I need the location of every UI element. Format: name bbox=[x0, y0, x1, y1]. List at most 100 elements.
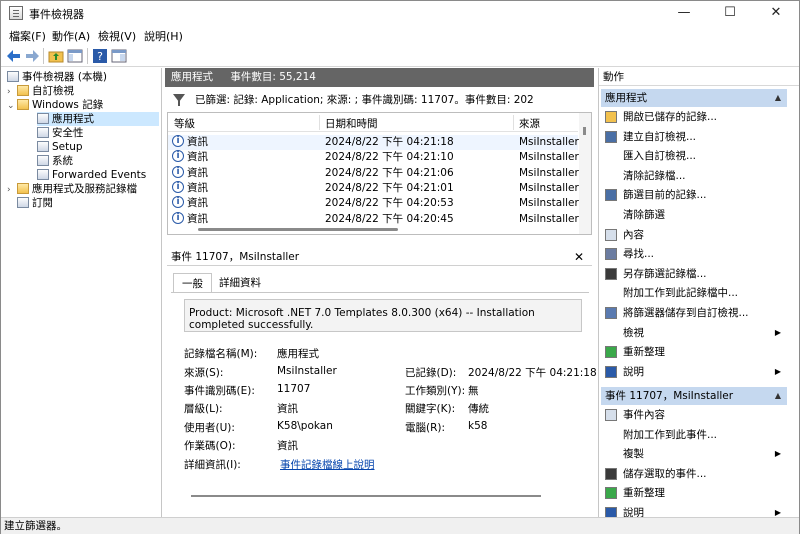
event-list: 等級 日期和時間 來源 i 資訊 2024/8/22 下午 04:21:18 MsiI… bbox=[167, 112, 592, 235]
tab-general[interactable]: 一般 bbox=[173, 273, 212, 293]
action-item[interactable]: 檢視 ▶ bbox=[601, 324, 787, 342]
label-opcode: 作業碼(O): bbox=[184, 440, 236, 452]
submenu-arrow-icon: ▶ bbox=[774, 366, 781, 376]
event-detail-title: 事件 11707，MsiInstaller bbox=[171, 251, 300, 263]
menu-file[interactable]: 檔案(F) bbox=[9, 28, 46, 44]
collapse-arrow-icon[interactable]: ⌄ bbox=[7, 99, 17, 113]
tree-node-application[interactable]: 應用程式 bbox=[37, 112, 159, 126]
forward-arrow-icon[interactable] bbox=[24, 48, 40, 64]
menu-help[interactable]: 說明(H) bbox=[144, 28, 183, 44]
collapse-triangle-icon[interactable]: ▲ bbox=[775, 387, 781, 405]
label-log-name: 記錄檔名稱(M): bbox=[184, 348, 258, 360]
tree-node-root[interactable]: 事件檢視器 (本機) bbox=[7, 70, 107, 84]
menu-view[interactable]: 檢視(V) bbox=[98, 28, 136, 44]
action-item[interactable]: 建立自訂檢視... bbox=[601, 128, 787, 146]
action-item[interactable]: 清除記錄檔... bbox=[601, 167, 787, 185]
action-item[interactable]: 開啟已儲存的記錄... bbox=[601, 108, 787, 126]
tree-node-setup[interactable]: Setup bbox=[37, 140, 83, 154]
event-list-scrollbar[interactable] bbox=[579, 113, 591, 234]
event-viewer-icon bbox=[7, 71, 19, 82]
info-icon: i bbox=[172, 150, 184, 163]
label-logged: 已記錄(D): bbox=[405, 367, 457, 379]
close-detail-button[interactable]: ✕ bbox=[574, 249, 584, 266]
show-hide-action-pane-icon[interactable] bbox=[111, 48, 127, 64]
actions-section-application[interactable]: 應用程式 ▲ bbox=[601, 89, 787, 107]
expand-arrow-icon[interactable]: › bbox=[7, 183, 17, 197]
column-level[interactable]: 等級 bbox=[174, 116, 195, 131]
row-source: MsiInstaller bbox=[519, 181, 579, 194]
action-item[interactable]: 附加工作到此事件... bbox=[601, 426, 787, 444]
actions-section-event[interactable]: 事件 11707，MsiInstaller ▲ bbox=[601, 387, 787, 405]
table-row[interactable]: i 資訊 2024/8/22 下午 04:21:06 MsiInstaller bbox=[168, 165, 579, 181]
action-item[interactable]: 將篩選器儲存到自訂檢視... bbox=[601, 304, 787, 322]
column-datetime[interactable]: 日期和時間 bbox=[325, 116, 378, 131]
action-item-label: 重新整理 bbox=[623, 346, 665, 359]
up-folder-icon[interactable] bbox=[48, 48, 64, 64]
event-count: 事件數目: 55,214 bbox=[230, 71, 316, 83]
event-list-horizontal-scrollbar[interactable] bbox=[198, 228, 398, 231]
action-item[interactable]: 重新整理 bbox=[601, 484, 787, 502]
event-description: Product: Microsoft .NET 7.0 Templates 8.… bbox=[184, 299, 582, 332]
log-icon bbox=[37, 141, 49, 152]
action-item-label: 複製 bbox=[623, 448, 644, 461]
action-item-label: 檢視 bbox=[623, 326, 644, 339]
log-icon bbox=[37, 127, 49, 138]
tree-node-windows-logs[interactable]: ⌄ Windows 記錄 bbox=[7, 98, 103, 112]
online-help-link[interactable]: 事件記錄檔線上說明 bbox=[280, 457, 375, 472]
properties-icon bbox=[605, 228, 617, 241]
column-source[interactable]: 來源 bbox=[519, 116, 540, 131]
table-row[interactable]: i 資訊 2024/8/22 下午 04:21:10 MsiInstaller bbox=[168, 150, 579, 165]
show-hide-tree-icon[interactable] bbox=[67, 48, 83, 64]
row-datetime: 2024/8/22 下午 04:20:45 bbox=[325, 212, 454, 225]
tree-node-app-service-logs[interactable]: › 應用程式及服務記錄檔 bbox=[7, 182, 137, 196]
submenu-arrow-icon: ▶ bbox=[774, 327, 781, 337]
action-item[interactable]: 附加工作到此記錄檔中... bbox=[601, 284, 787, 302]
row-level: 資訊 bbox=[187, 166, 208, 179]
action-item[interactable]: 事件內容 bbox=[601, 406, 787, 424]
action-item-label: 儲存選取的事件... bbox=[623, 467, 707, 480]
tree-node-forwarded-events[interactable]: Forwarded Events bbox=[37, 168, 146, 182]
tree-node-security[interactable]: 安全性 bbox=[37, 126, 84, 140]
action-item-label: 尋找... bbox=[623, 248, 655, 261]
back-arrow-icon[interactable] bbox=[6, 48, 22, 64]
action-item[interactable]: 說明 ▶ bbox=[601, 363, 787, 381]
expand-arrow-icon[interactable]: › bbox=[7, 85, 17, 99]
action-item-label: 將篩選器儲存到自訂檢視... bbox=[623, 307, 749, 319]
table-row[interactable]: i 資訊 2024/8/22 下午 04:20:53 MsiInstaller bbox=[168, 196, 579, 211]
action-item[interactable]: 尋找... bbox=[601, 245, 787, 263]
save-icon bbox=[605, 467, 617, 480]
action-item[interactable]: 複製 ▶ bbox=[601, 445, 787, 463]
tree-node-custom-views[interactable]: › 自訂檢視 bbox=[7, 84, 74, 98]
action-item[interactable]: 篩選目前的記錄... bbox=[601, 186, 787, 204]
minimize-button[interactable]: — bbox=[661, 1, 707, 25]
action-item-label: 事件內容 bbox=[623, 409, 665, 421]
tree-node-subscriptions[interactable]: 訂閱 bbox=[17, 196, 53, 210]
menu-action[interactable]: 動作(A) bbox=[52, 28, 90, 44]
event-viewer-window: 事件檢視器 — ☐ ✕ 檔案(F) 動作(A) 檢視(V) 說明(H) ? 事件… bbox=[0, 0, 800, 534]
row-datetime: 2024/8/22 下午 04:20:53 bbox=[325, 197, 454, 210]
save-filter-icon bbox=[605, 307, 617, 319]
table-row[interactable]: i 資訊 2024/8/22 下午 04:20:45 MsiInstaller bbox=[168, 211, 579, 227]
value-logged: 2024/8/22 下午 04:21:18 bbox=[468, 367, 597, 379]
action-item[interactable]: 另存篩選記錄檔... bbox=[601, 265, 787, 283]
tree-node-system[interactable]: 系統 bbox=[37, 154, 73, 168]
label-more-info: 詳細資訊(I): bbox=[184, 459, 241, 471]
table-row[interactable]: i 資訊 2024/8/22 下午 04:21:01 MsiInstaller bbox=[168, 180, 579, 196]
action-item[interactable]: 儲存選取的事件... bbox=[601, 465, 787, 483]
detail-horizontal-scrollbar[interactable] bbox=[191, 495, 541, 497]
close-window-button[interactable]: ✕ bbox=[753, 1, 799, 25]
action-item[interactable]: 匯入自訂檢視... bbox=[601, 147, 787, 165]
action-item[interactable]: 重新整理 bbox=[601, 343, 787, 361]
log-icon bbox=[37, 113, 49, 124]
log-name: 應用程式 bbox=[171, 71, 213, 83]
tab-details[interactable]: 詳細資料 bbox=[211, 273, 269, 293]
row-level: 資訊 bbox=[187, 136, 208, 148]
help-icon[interactable]: ? bbox=[92, 48, 108, 64]
value-task-category: 無 bbox=[468, 385, 479, 397]
collapse-triangle-icon[interactable]: ▲ bbox=[775, 89, 781, 107]
window-title: 事件檢視器 bbox=[29, 8, 84, 21]
table-row[interactable]: i 資訊 2024/8/22 下午 04:21:18 MsiInstaller bbox=[168, 135, 579, 150]
action-item[interactable]: 內容 bbox=[601, 226, 787, 244]
action-item[interactable]: 清除篩選 bbox=[601, 206, 787, 224]
maximize-button[interactable]: ☐ bbox=[707, 1, 753, 25]
